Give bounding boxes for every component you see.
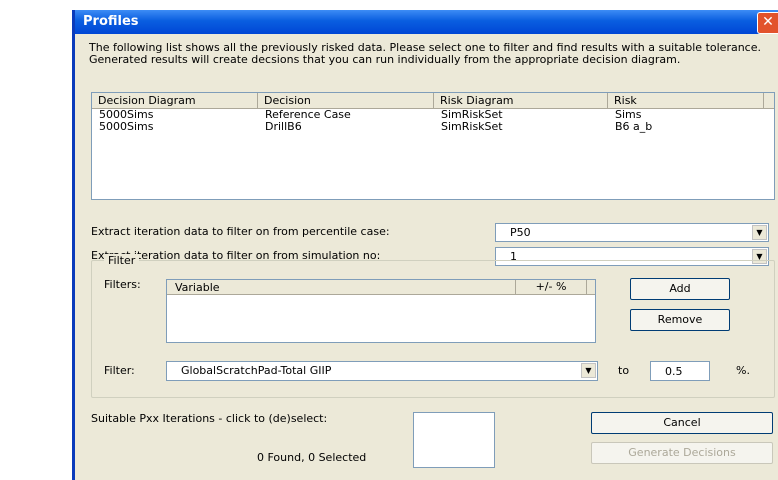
cell-decision: DrillB6 (265, 120, 302, 133)
column-header-decision-diagram[interactable]: Decision Diagram (92, 93, 258, 108)
dialog-title: Profiles (83, 14, 139, 29)
chevron-down-icon[interactable]: ▼ (752, 225, 767, 240)
title-bar: Profiles ✕ (75, 10, 778, 34)
percentile-value: P50 (510, 226, 531, 239)
intro-text: The following list shows all the previou… (89, 41, 761, 66)
close-icon[interactable]: ✕ (757, 12, 778, 34)
column-header-risk-diagram[interactable]: Risk Diagram (434, 93, 608, 108)
percentile-label: Extract iteration data to filter on from… (91, 225, 390, 238)
percentile-dropdown[interactable]: P50 ▼ (495, 223, 769, 242)
filter-label: Filter: (104, 364, 135, 377)
profiles-dialog: Profiles ✕ The following list shows all … (72, 10, 778, 480)
remove-button[interactable]: Remove (630, 309, 730, 331)
filter-variable-value: GlobalScratchPad-Total GIIP (181, 364, 332, 377)
column-header-tolerance[interactable]: +/- % (515, 280, 587, 294)
generate-decisions-button[interactable]: Generate Decisions (591, 442, 773, 464)
filter-variable-dropdown[interactable]: GlobalScratchPad-Total GIIP ▼ (166, 361, 598, 381)
list-header: Decision Diagram Decision Risk Diagram R… (92, 93, 774, 109)
cell-risk: B6 a_b (615, 120, 653, 133)
cancel-button[interactable]: Cancel (591, 412, 773, 434)
filters-list-header: Variable +/- % (167, 280, 595, 295)
cell-decision-diagram: 5000Sims (99, 120, 154, 133)
filters-label: Filters: (104, 278, 141, 291)
iterations-status: 0 Found, 0 Selected (257, 451, 367, 464)
list-item[interactable]: 5000Sims Reference Case SimRiskSet Sims (92, 109, 774, 121)
column-header-decision[interactable]: Decision (258, 93, 434, 108)
column-header-variable[interactable]: Variable (175, 281, 220, 294)
to-label: to (618, 364, 630, 377)
iterations-list[interactable] (413, 412, 495, 468)
column-header-risk[interactable]: Risk (608, 93, 764, 108)
filters-list[interactable]: Variable +/- % (166, 279, 596, 343)
list-item[interactable]: 5000Sims DrillB6 SimRiskSet B6 a_b (92, 121, 774, 133)
percent-label: %. (736, 364, 750, 377)
risked-data-list[interactable]: Decision Diagram Decision Risk Diagram R… (91, 92, 775, 200)
chevron-down-icon[interactable]: ▼ (581, 363, 596, 378)
tolerance-input[interactable]: 0.5 (650, 361, 710, 381)
iterations-label: Suitable Pxx Iterations - click to (de)s… (91, 412, 328, 425)
filter-group-title: Filter (104, 254, 140, 267)
add-button[interactable]: Add (630, 278, 730, 300)
cell-risk-diagram: SimRiskSet (441, 120, 503, 133)
tolerance-value: 0.5 (665, 365, 683, 378)
filter-group: Filter Filters: Variable +/- % Add Remov… (91, 254, 775, 398)
